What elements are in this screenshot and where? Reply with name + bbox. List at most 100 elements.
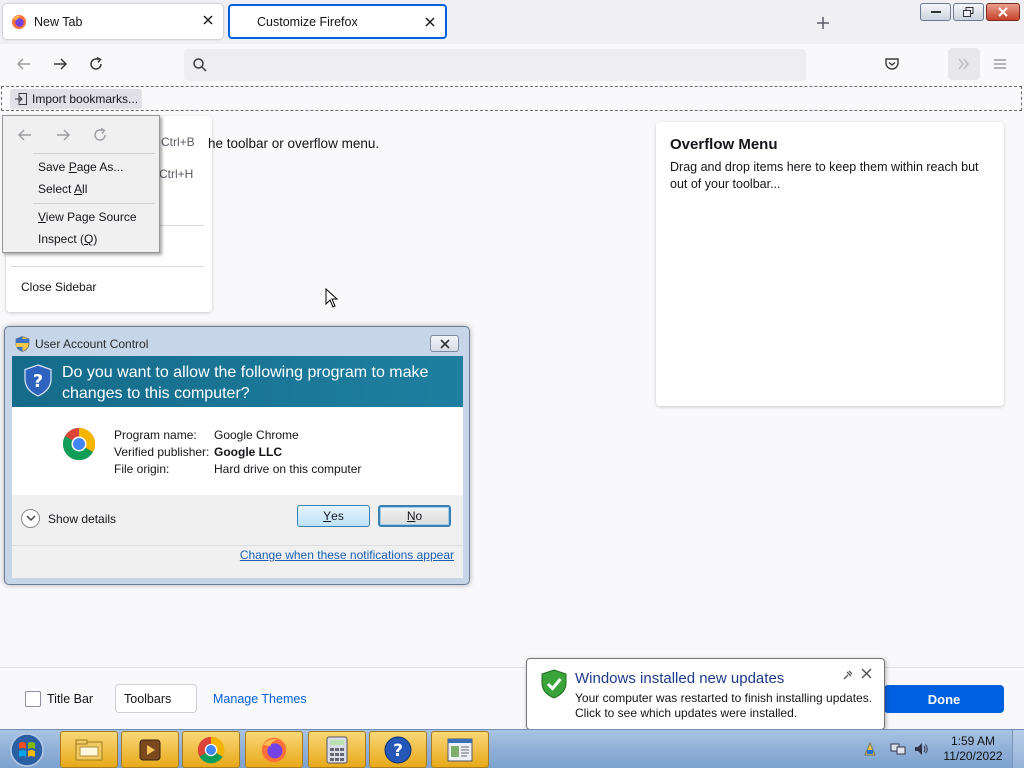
yes-button[interactable]: Yes: [297, 505, 370, 527]
overflow-menu-dropzone[interactable]: Overflow Menu Drag and drop items here t…: [656, 122, 1004, 406]
clock-time: 1:59 AM: [950, 734, 996, 748]
start-button[interactable]: [5, 731, 49, 768]
taskbar-control-panel[interactable]: [431, 731, 489, 768]
menu-separator: [33, 203, 155, 204]
close-tab-icon[interactable]: [201, 13, 215, 27]
dialog-title: User Account Control: [35, 337, 149, 351]
control-panel-icon: [447, 738, 473, 761]
tab-customize-firefox[interactable]: Customize Firefox: [228, 4, 447, 39]
publisher-label: Verified publisher:: [114, 445, 210, 459]
reload-icon[interactable]: [86, 54, 106, 74]
button-text: o: [415, 509, 423, 523]
customize-instructions: he toolbar or overflow menu.: [208, 136, 380, 151]
menu-separator: [33, 153, 155, 154]
back-icon[interactable]: [15, 125, 35, 145]
origin-value: Hard drive on this computer: [214, 462, 362, 476]
notification-title: Windows installed new updates: [575, 670, 785, 687]
window-controls: [920, 3, 1020, 21]
change-notifications-link[interactable]: Change when these notifications appear: [240, 548, 454, 562]
import-bookmarks-button[interactable]: Import bookmarks...: [10, 89, 143, 109]
minimize-button[interactable]: [920, 3, 951, 21]
question-shield-icon: ?: [24, 364, 52, 397]
notification-line: Your computer was restarted to finish in…: [575, 691, 873, 705]
taskbar-help[interactable]: ?: [369, 731, 427, 768]
menu-item-inspect[interactable]: Inspect (Q): [38, 232, 97, 246]
back-icon[interactable]: [14, 54, 34, 74]
forward-icon[interactable]: [53, 125, 73, 145]
menu-text: iew Page Source: [45, 210, 137, 224]
bookmarks-toolbar: Import bookmarks...: [1, 86, 1022, 111]
publisher-value: Google LLC: [214, 445, 282, 459]
reload-icon[interactable]: [90, 125, 110, 145]
system-clock[interactable]: 1:59 AM 11/20/2022: [938, 734, 1008, 764]
double-chevron-icon: [958, 58, 969, 70]
notification-line: Click to see which updates were installe…: [575, 706, 798, 720]
volume-icon[interactable]: [913, 741, 929, 757]
accelerator-key: V: [38, 210, 46, 224]
show-details-toggle[interactable]: Show details: [21, 509, 116, 528]
taskbar-chrome[interactable]: [182, 731, 240, 768]
accelerator-key: Y: [323, 509, 332, 523]
overflow-menu-button[interactable]: [948, 48, 980, 80]
show-desktop-button[interactable]: [1012, 730, 1024, 768]
chrome-icon: [62, 427, 96, 461]
restore-icon: [963, 7, 974, 17]
tab-label: Customize Firefox: [257, 14, 358, 29]
action-center-icon[interactable]: [862, 741, 878, 757]
close-tab-icon[interactable]: [423, 15, 437, 29]
explorer-icon: [75, 739, 103, 760]
pocket-icon[interactable]: [882, 54, 902, 74]
windows-update-notification[interactable]: Windows installed new updates Your compu…: [526, 658, 885, 743]
divider: [12, 545, 463, 546]
green-check-shield-icon: [541, 669, 567, 699]
title-bar-label: Title Bar: [47, 692, 94, 706]
menu-text: age As...: [76, 160, 124, 174]
origin-label: File origin:: [114, 462, 170, 476]
svg-text:?: ?: [393, 741, 403, 761]
close-sidebar-item[interactable]: Close Sidebar: [21, 280, 96, 294]
new-tab-plus-icon[interactable]: [812, 12, 834, 34]
chrome-icon: [197, 736, 225, 763]
url-bar[interactable]: [184, 49, 806, 81]
user-account-control-dialog: User Account Control ? Do you want to al…: [4, 326, 470, 585]
menu-text: Save: [38, 160, 69, 174]
uac-question: Do you want to allow the following progr…: [62, 364, 429, 402]
tab-strip: New Tab Customize Firefox: [0, 0, 1024, 44]
pin-icon[interactable]: [842, 669, 854, 681]
taskbar-media-player[interactable]: [121, 731, 179, 768]
tab-new-tab[interactable]: New Tab: [3, 4, 223, 39]
hamburger-menu-icon[interactable]: [990, 54, 1010, 74]
restore-button[interactable]: [953, 3, 984, 21]
title-bar-checkbox[interactable]: [25, 691, 41, 707]
mouse-cursor-icon: [325, 288, 339, 308]
uac-banner: ? Do you want to allow the following pro…: [12, 356, 463, 407]
shortcut-label: Ctrl+H: [159, 167, 194, 181]
taskbar-calculator[interactable]: [308, 731, 366, 768]
dialog-close-button[interactable]: [430, 335, 459, 352]
close-window-button[interactable]: [986, 3, 1020, 21]
accelerator-key: N: [406, 509, 416, 523]
done-button[interactable]: Done: [884, 685, 1004, 713]
taskbar-firefox[interactable]: [245, 731, 303, 768]
overflow-menu-description: Drag and drop items here to keep them wi…: [670, 160, 979, 191]
manage-themes-link[interactable]: Manage Themes: [213, 692, 307, 706]
menu-item-select-all[interactable]: Select All: [38, 182, 87, 196]
toolbars-dropdown[interactable]: Toolbars: [115, 684, 197, 713]
import-icon: [15, 93, 27, 105]
taskbar-explorer[interactable]: [60, 731, 118, 768]
no-button[interactable]: No: [378, 505, 451, 527]
program-name-label: Program name:: [114, 428, 197, 442]
media-player-icon: [139, 739, 161, 760]
show-details-label: Show details: [48, 511, 117, 526]
close-icon[interactable]: [861, 668, 872, 679]
accelerator-key: P: [68, 160, 77, 174]
menu-text: Inspect (: [38, 232, 85, 246]
menu-item-view-page-source[interactable]: View Page Source: [38, 210, 137, 224]
menu-item-save-page-as[interactable]: Save Page As...: [38, 160, 123, 174]
clock-date: 11/20/2022: [943, 749, 1003, 763]
context-menu: Save Page As... Select All View Page Sou…: [2, 115, 160, 253]
forward-icon[interactable]: [50, 54, 70, 74]
network-icon[interactable]: [890, 741, 906, 757]
import-bookmarks-label: Import bookmarks...: [32, 92, 139, 106]
shortcut-label: Ctrl+B: [161, 135, 195, 149]
